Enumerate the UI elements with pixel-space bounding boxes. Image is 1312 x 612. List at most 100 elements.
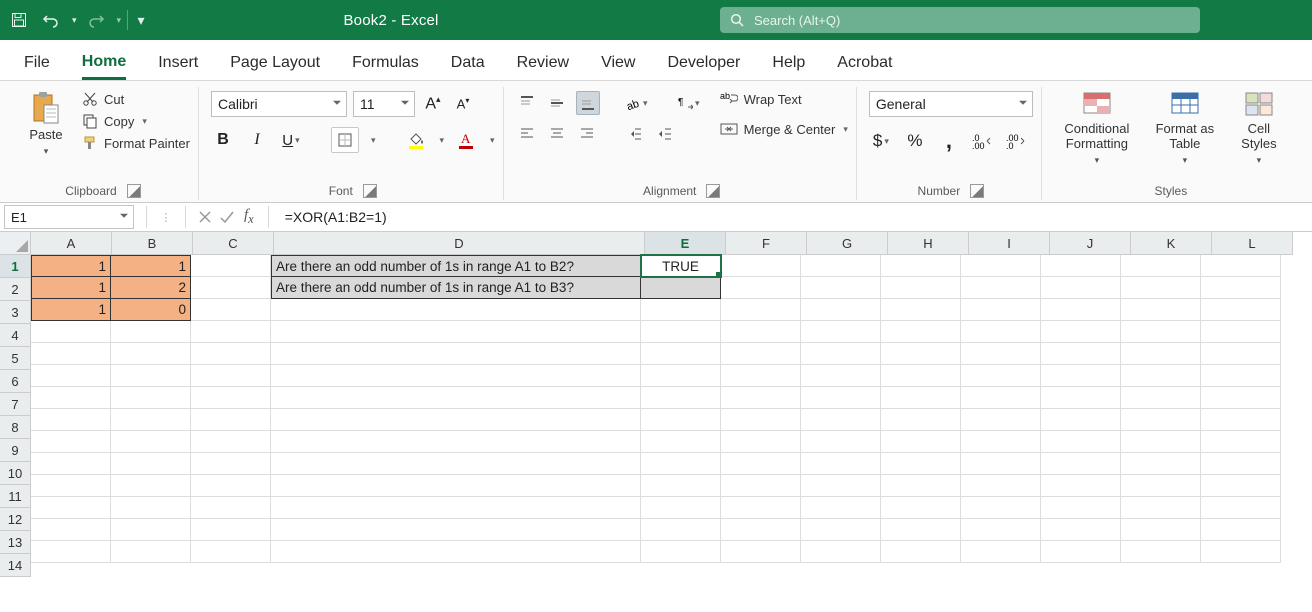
number-dialog-icon[interactable] bbox=[970, 184, 984, 198]
cell[interactable] bbox=[31, 387, 111, 409]
tab-formulas[interactable]: Formulas bbox=[352, 44, 419, 80]
cell[interactable] bbox=[111, 409, 191, 431]
cell[interactable] bbox=[801, 475, 881, 497]
bold-icon[interactable]: B bbox=[211, 128, 235, 152]
cell[interactable] bbox=[111, 365, 191, 387]
name-box[interactable]: E1 bbox=[4, 205, 134, 229]
cell[interactable] bbox=[801, 255, 881, 277]
cell[interactable] bbox=[881, 519, 961, 541]
cell[interactable] bbox=[801, 431, 881, 453]
cell[interactable] bbox=[641, 453, 721, 475]
font-color-icon[interactable]: A bbox=[454, 128, 478, 152]
cell[interactable] bbox=[881, 541, 961, 563]
cell[interactable] bbox=[111, 387, 191, 409]
cell[interactable] bbox=[641, 387, 721, 409]
cell[interactable] bbox=[31, 497, 111, 519]
tab-data[interactable]: Data bbox=[451, 44, 485, 80]
tab-page-layout[interactable]: Page Layout bbox=[230, 44, 320, 80]
tab-acrobat[interactable]: Acrobat bbox=[837, 44, 892, 80]
row-header[interactable]: 8 bbox=[0, 416, 30, 439]
cell[interactable] bbox=[191, 321, 271, 343]
cell[interactable] bbox=[1041, 321, 1121, 343]
align-middle-icon[interactable] bbox=[546, 92, 568, 114]
cell[interactable] bbox=[1041, 255, 1121, 277]
cell[interactable] bbox=[801, 519, 881, 541]
tab-review[interactable]: Review bbox=[517, 44, 569, 80]
cell[interactable] bbox=[881, 277, 961, 299]
tab-home[interactable]: Home bbox=[82, 43, 126, 80]
cell[interactable] bbox=[1041, 519, 1121, 541]
customize-qat-icon[interactable]: ▾ bbox=[134, 7, 148, 33]
cell[interactable] bbox=[1041, 475, 1121, 497]
ltr-icon[interactable]: ¶▾ bbox=[678, 92, 700, 114]
undo-icon[interactable] bbox=[38, 7, 64, 33]
cell[interactable] bbox=[1201, 453, 1281, 475]
cell[interactable] bbox=[1121, 431, 1201, 453]
cell[interactable] bbox=[191, 519, 271, 541]
tab-view[interactable]: View bbox=[601, 44, 635, 80]
format-as-table-button[interactable]: Format as Table▾ bbox=[1150, 91, 1220, 165]
cell[interactable]: TRUE bbox=[641, 255, 721, 277]
increase-indent-icon[interactable] bbox=[654, 123, 676, 145]
cell[interactable] bbox=[801, 343, 881, 365]
cell[interactable] bbox=[721, 541, 801, 563]
cell[interactable]: 1 bbox=[31, 277, 111, 299]
cell[interactable]: 1 bbox=[31, 255, 111, 277]
clipboard-dialog-icon[interactable] bbox=[127, 184, 141, 198]
cell[interactable] bbox=[1121, 365, 1201, 387]
cell[interactable] bbox=[111, 519, 191, 541]
cell[interactable] bbox=[641, 475, 721, 497]
align-left-icon[interactable] bbox=[516, 123, 538, 145]
cell[interactable] bbox=[1121, 299, 1201, 321]
row-header[interactable]: 13 bbox=[0, 531, 30, 554]
redo-icon[interactable] bbox=[83, 7, 109, 33]
cell[interactable] bbox=[641, 541, 721, 563]
cell[interactable] bbox=[641, 277, 721, 299]
cell[interactable] bbox=[31, 431, 111, 453]
cell[interactable] bbox=[721, 255, 801, 277]
cell[interactable] bbox=[1121, 255, 1201, 277]
row-header[interactable]: 5 bbox=[0, 347, 30, 370]
cell[interactable] bbox=[721, 299, 801, 321]
shrink-font-icon[interactable]: A▾ bbox=[451, 92, 475, 116]
cell[interactable] bbox=[1201, 365, 1281, 387]
row-header[interactable]: 14 bbox=[0, 554, 30, 577]
cell[interactable] bbox=[1201, 497, 1281, 519]
percent-icon[interactable]: % bbox=[903, 129, 927, 153]
column-header[interactable]: E bbox=[645, 232, 726, 255]
cell[interactable] bbox=[721, 519, 801, 541]
accounting-icon[interactable]: $▾ bbox=[869, 129, 893, 153]
cell[interactable] bbox=[721, 387, 801, 409]
column-header[interactable]: H bbox=[888, 232, 969, 255]
tab-file[interactable]: File bbox=[24, 44, 50, 80]
save-icon[interactable] bbox=[6, 7, 32, 33]
cell[interactable] bbox=[1041, 299, 1121, 321]
cell[interactable] bbox=[271, 519, 641, 541]
cell[interactable] bbox=[271, 453, 641, 475]
cell[interactable] bbox=[721, 365, 801, 387]
cell[interactable] bbox=[1121, 475, 1201, 497]
row-header[interactable]: 3 bbox=[0, 301, 30, 324]
cell[interactable] bbox=[961, 519, 1041, 541]
cell[interactable] bbox=[961, 475, 1041, 497]
cell[interactable] bbox=[961, 365, 1041, 387]
column-header[interactable]: D bbox=[274, 232, 645, 255]
cell[interactable] bbox=[641, 299, 721, 321]
cell[interactable] bbox=[641, 343, 721, 365]
row-header[interactable]: 6 bbox=[0, 370, 30, 393]
cell[interactable] bbox=[271, 365, 641, 387]
column-header[interactable]: G bbox=[807, 232, 888, 255]
cell[interactable]: Are there an odd number of 1s in range A… bbox=[271, 277, 641, 299]
cell[interactable] bbox=[801, 321, 881, 343]
cell[interactable] bbox=[721, 453, 801, 475]
cell[interactable] bbox=[721, 431, 801, 453]
cell[interactable] bbox=[31, 343, 111, 365]
cell[interactable] bbox=[191, 277, 271, 299]
cell[interactable] bbox=[1201, 255, 1281, 277]
cell[interactable]: 0 bbox=[111, 299, 191, 321]
cell[interactable] bbox=[641, 365, 721, 387]
cell[interactable] bbox=[721, 475, 801, 497]
cell[interactable] bbox=[1201, 321, 1281, 343]
cell[interactable] bbox=[191, 541, 271, 563]
borders-icon[interactable] bbox=[331, 127, 359, 153]
